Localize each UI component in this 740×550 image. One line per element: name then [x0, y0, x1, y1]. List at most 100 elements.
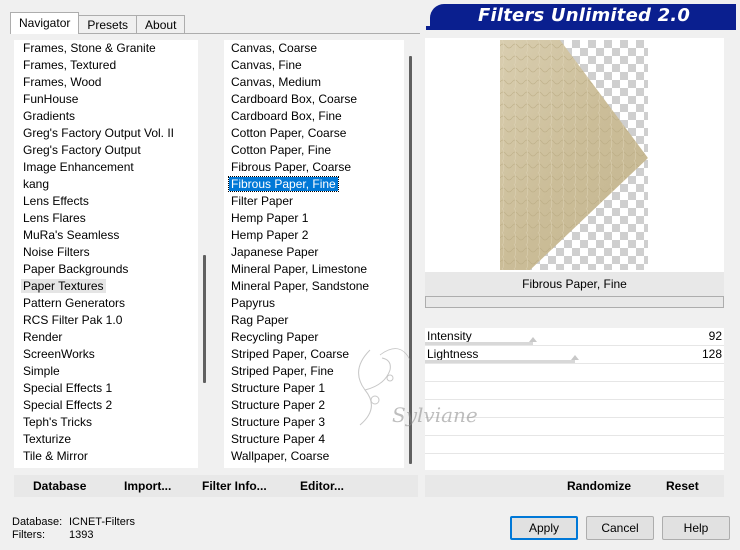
- category-item[interactable]: MuRa's Seamless: [14, 227, 198, 244]
- filter-scrollbar[interactable]: [404, 40, 418, 468]
- filter-scroll-thumb[interactable]: [409, 56, 412, 464]
- category-item[interactable]: Simple: [14, 363, 198, 380]
- filter-item[interactable]: Striped Paper, Fine: [224, 363, 404, 380]
- help-button[interactable]: Help: [662, 516, 730, 540]
- category-item-label: FunHouse: [23, 92, 79, 106]
- preview-pane: [425, 38, 724, 272]
- filter-item[interactable]: Recycling Paper: [224, 329, 404, 346]
- category-item[interactable]: Texturize: [14, 431, 198, 448]
- filter-item[interactable]: Cotton Paper, Coarse: [224, 125, 404, 142]
- filter-item[interactable]: Cotton Paper, Fine: [224, 142, 404, 159]
- database-label: Database:: [12, 516, 63, 528]
- filter-item[interactable]: Mineral Paper, Limestone: [224, 261, 404, 278]
- filter-item-label: Cotton Paper, Coarse: [231, 126, 347, 140]
- filter-item[interactable]: Cardboard Box, Fine: [224, 108, 404, 125]
- category-item-label: Simple: [23, 364, 60, 378]
- filter-info-button[interactable]: Filter Info...: [202, 475, 267, 497]
- category-item-label: Special Effects 2: [23, 398, 113, 412]
- reset-button[interactable]: Reset: [666, 475, 699, 497]
- category-item[interactable]: Frames, Stone & Granite: [14, 40, 198, 57]
- category-item[interactable]: Greg's Factory Output Vol. II: [14, 125, 198, 142]
- intensity-slider[interactable]: Intensity 92: [425, 328, 724, 346]
- category-item[interactable]: RCS Filter Pak 1.0: [14, 312, 198, 329]
- category-item-label: Tile & Mirror: [23, 449, 88, 463]
- tab-bar: Navigator Presets About: [10, 12, 186, 34]
- filter-item-label: Papyrus: [231, 296, 276, 310]
- category-item[interactable]: Render: [14, 329, 198, 346]
- category-item[interactable]: Greg's Factory Output: [14, 142, 198, 159]
- filter-item[interactable]: Cardboard Box, Coarse: [224, 91, 404, 108]
- filter-item-label: Cardboard Box, Fine: [231, 109, 342, 123]
- filter-item[interactable]: Striped Paper, Coarse: [224, 346, 404, 363]
- tab-presets[interactable]: Presets: [78, 15, 138, 34]
- cancel-button[interactable]: Cancel: [586, 516, 654, 540]
- filter-item[interactable]: Canvas, Coarse: [224, 40, 404, 57]
- filter-item[interactable]: Filter Paper: [224, 193, 404, 210]
- filter-item[interactable]: Structure Paper 1: [224, 380, 404, 397]
- apply-button[interactable]: Apply: [510, 516, 578, 540]
- filter-item[interactable]: Hemp Paper 1: [224, 210, 404, 227]
- intensity-track[interactable]: [425, 337, 724, 345]
- filter-item-label: Hemp Paper 1: [231, 211, 309, 225]
- status-info: Database: ICNET-Filters Filters: 1393: [12, 516, 135, 542]
- category-list[interactable]: Frames, Stone & Granite Frames, Textured F…: [14, 40, 212, 468]
- category-item[interactable]: Lens Flares: [14, 210, 198, 227]
- category-item[interactable]: Teph's Tricks: [14, 414, 198, 431]
- filter-item-label: Striped Paper, Fine: [231, 364, 334, 378]
- category-scrollbar[interactable]: [198, 40, 212, 468]
- tab-about[interactable]: About: [136, 15, 186, 34]
- filter-item[interactable]: Fibrous Paper, Fine: [224, 176, 404, 193]
- category-item[interactable]: Lens Effects: [14, 193, 198, 210]
- category-item[interactable]: Paper Backgrounds: [14, 261, 198, 278]
- filter-item[interactable]: Structure Paper 2: [224, 397, 404, 414]
- filter-item[interactable]: Papyrus: [224, 295, 404, 312]
- category-item[interactable]: Gradients: [14, 108, 198, 125]
- filter-list[interactable]: Canvas, Coarse Canvas, Fine Canvas, Medium…: [224, 40, 418, 468]
- database-value: ICNET-Filters: [69, 516, 135, 528]
- filter-item[interactable]: Wallpaper, Coarse: [224, 448, 404, 465]
- import-button[interactable]: Import...: [124, 475, 171, 497]
- lightness-slider[interactable]: Lightness 128: [425, 346, 724, 364]
- category-scroll-thumb[interactable]: [203, 255, 206, 383]
- filter-item[interactable]: Canvas, Medium: [224, 74, 404, 91]
- filter-item-label: Fibrous Paper, Fine: [228, 176, 339, 192]
- category-item[interactable]: Special Effects 2: [14, 397, 198, 414]
- intensity-knob[interactable]: [528, 337, 537, 342]
- empty-slider-slot: [425, 382, 724, 400]
- category-item[interactable]: FunHouse: [14, 91, 198, 108]
- tab-navigator[interactable]: Navigator: [10, 12, 80, 34]
- filter-item[interactable]: Fibrous Paper, Coarse: [224, 159, 404, 176]
- category-item-label: Frames, Wood: [23, 75, 102, 89]
- category-item[interactable]: ScreenWorks: [14, 346, 198, 363]
- filter-item-label: Wallpaper, Coarse: [231, 449, 330, 463]
- category-item[interactable]: Pattern Generators: [14, 295, 198, 312]
- filter-item-label: Canvas, Coarse: [231, 41, 318, 55]
- filter-item[interactable]: Structure Paper 4: [224, 431, 404, 448]
- filter-item[interactable]: Mineral Paper, Sandstone: [224, 278, 404, 295]
- randomize-button[interactable]: Randomize: [567, 475, 631, 497]
- category-item[interactable]: kang: [14, 176, 198, 193]
- category-item[interactable]: Frames, Textured: [14, 57, 198, 74]
- category-item-label: Gradients: [23, 109, 76, 123]
- preview-filter-name: Fibrous Paper, Fine: [425, 272, 724, 296]
- lightness-track[interactable]: [425, 355, 724, 363]
- filters-count: 1393: [69, 529, 94, 541]
- category-item[interactable]: Image Enhancement: [14, 159, 198, 176]
- editor-button[interactable]: Editor...: [300, 475, 344, 497]
- filter-item[interactable]: Structure Paper 3: [224, 414, 404, 431]
- filter-item[interactable]: Rag Paper: [224, 312, 404, 329]
- category-item[interactable]: Tile & Mirror: [14, 448, 198, 465]
- filter-item[interactable]: Japanese Paper: [224, 244, 404, 261]
- category-item[interactable]: Special Effects 1: [14, 380, 198, 397]
- category-item[interactable]: Noise Filters: [14, 244, 198, 261]
- empty-slider-slot: [425, 436, 724, 454]
- category-item[interactable]: Paper Textures: [14, 278, 198, 295]
- database-button[interactable]: Database: [33, 475, 86, 497]
- lightness-knob[interactable]: [571, 355, 580, 360]
- filter-item-label: Filter Paper: [231, 194, 294, 208]
- filter-items: Canvas, Coarse Canvas, Fine Canvas, Medium…: [224, 40, 404, 465]
- filter-item[interactable]: Canvas, Fine: [224, 57, 404, 74]
- category-item-label: Greg's Factory Output Vol. II: [23, 126, 175, 140]
- filter-item[interactable]: Hemp Paper 2: [224, 227, 404, 244]
- category-item[interactable]: Frames, Wood: [14, 74, 198, 91]
